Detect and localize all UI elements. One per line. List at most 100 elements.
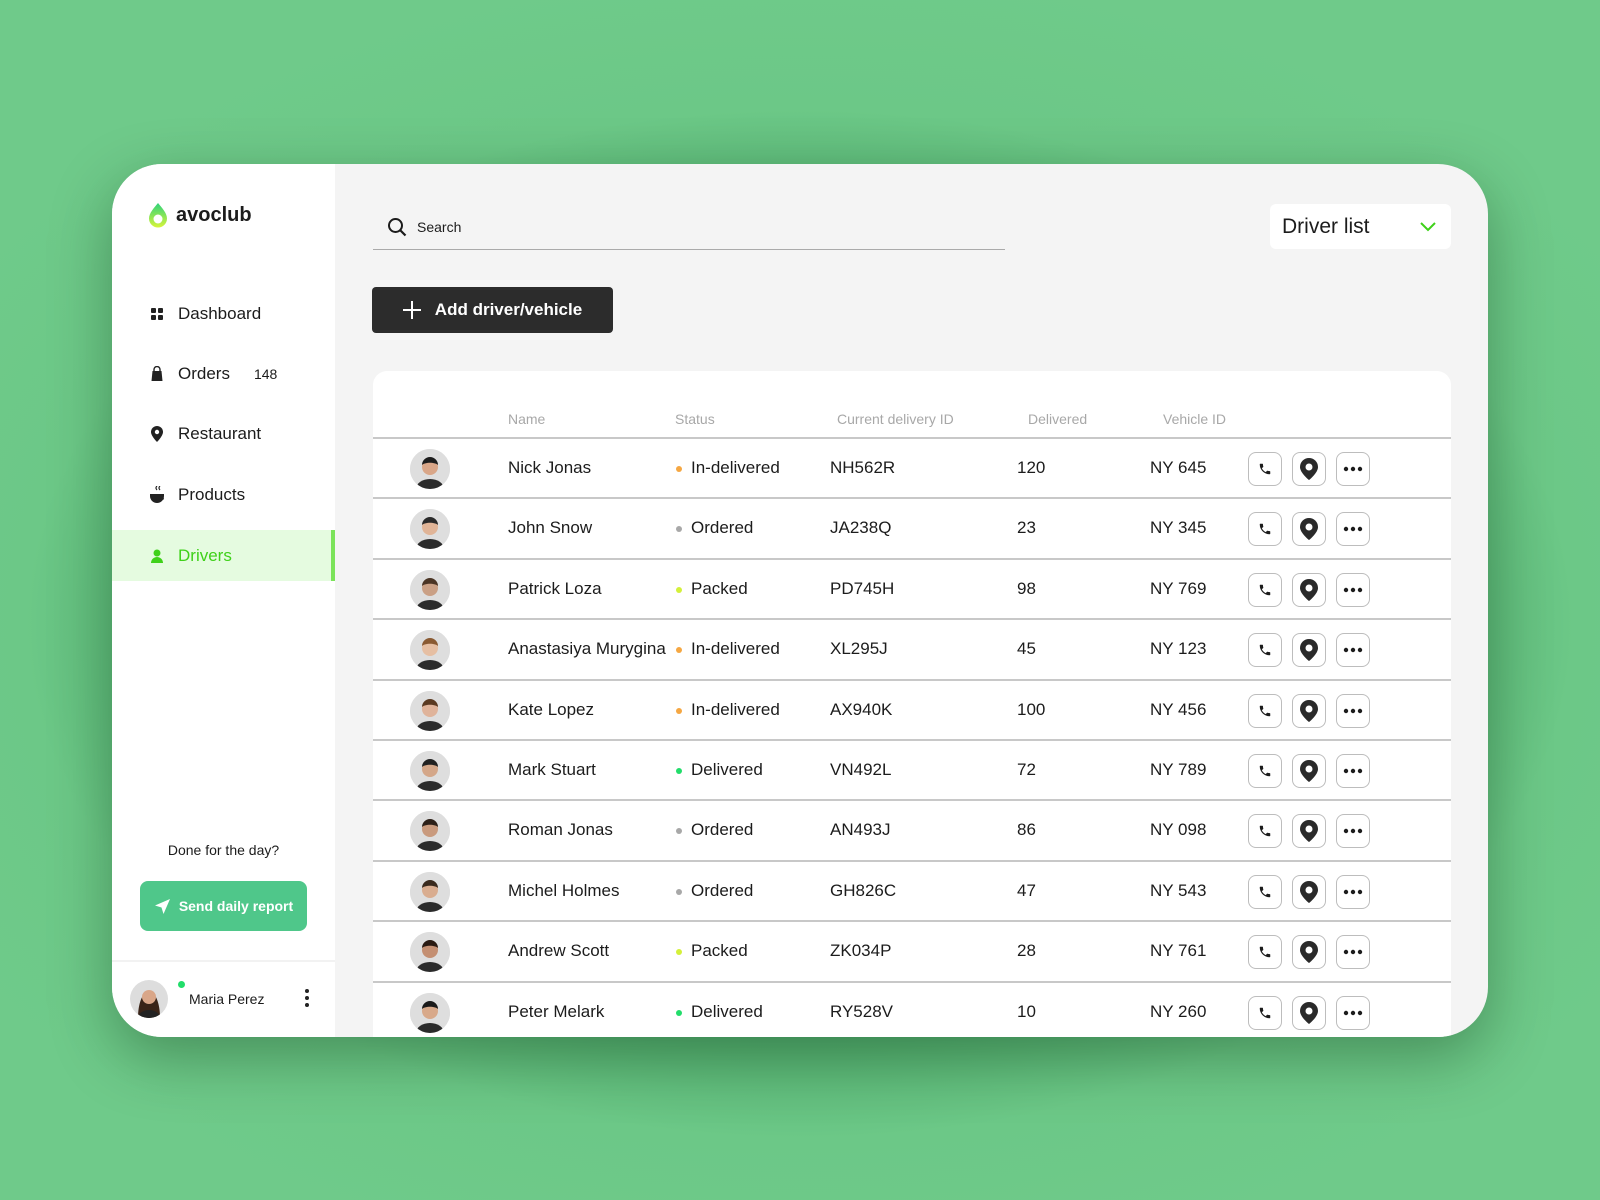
driver-name[interactable]: Peter Melark: [508, 1002, 604, 1022]
more-button[interactable]: [1336, 814, 1370, 849]
call-button[interactable]: [1248, 572, 1282, 607]
sidebar-item-label: Products: [178, 484, 246, 504]
add-driver-vehicle-button[interactable]: Add driver/vehicle: [372, 287, 613, 333]
more-horizontal-icon: [1343, 708, 1363, 714]
driver-name[interactable]: Kate Lopez: [508, 700, 594, 720]
more-button[interactable]: [1336, 633, 1370, 668]
driver-name[interactable]: Michel Holmes: [508, 881, 619, 901]
call-button[interactable]: [1248, 754, 1282, 788]
sidebar: avoclub Dashboard Orders 148 Restaurant …: [112, 164, 335, 1037]
vehicle-id: NY 769: [1150, 578, 1207, 598]
send-label: Send daily report: [178, 898, 294, 914]
logo[interactable]: avoclub: [148, 202, 252, 228]
table-row[interactable]: Nick Jonas In-delivered NH562R 120 NY 645: [373, 437, 1451, 497]
user-name: Maria Perez: [189, 991, 265, 1007]
more-button[interactable]: [1336, 572, 1370, 607]
brand-name: avoclub: [176, 203, 252, 226]
sidebar-item-label: Orders: [178, 363, 230, 383]
driver-name[interactable]: Anastasiya Murygina: [508, 639, 666, 659]
delivered-count: 47: [1017, 880, 1036, 900]
driver-name[interactable]: Roman Jonas: [508, 820, 613, 840]
call-button[interactable]: [1248, 512, 1282, 547]
more-button[interactable]: [1336, 693, 1370, 728]
sidebar-item-dashboard[interactable]: Dashboard: [112, 288, 335, 339]
more-button[interactable]: [1336, 512, 1370, 547]
call-button[interactable]: [1248, 935, 1282, 970]
driver-name[interactable]: Patrick Loza: [508, 579, 602, 599]
more-horizontal-icon: [1343, 949, 1363, 955]
call-button[interactable]: [1248, 995, 1282, 1030]
coffee-icon: [150, 485, 164, 503]
locate-button[interactable]: [1292, 935, 1326, 970]
phone-icon: [1258, 643, 1272, 657]
locate-button[interactable]: [1292, 754, 1326, 788]
status-dot: [676, 586, 682, 593]
driver-name[interactable]: Mark Stuart: [508, 760, 596, 780]
driver-name[interactable]: Andrew Scott: [508, 941, 609, 961]
call-button[interactable]: [1248, 633, 1282, 668]
vehicle-id: NY 123: [1150, 639, 1207, 659]
call-button[interactable]: [1248, 452, 1282, 486]
sidebar-item-orders[interactable]: Orders 148: [112, 348, 335, 399]
more-vertical-icon[interactable]: [305, 989, 311, 1007]
locate-button[interactable]: [1292, 633, 1326, 668]
more-button[interactable]: [1336, 874, 1370, 909]
locate-button[interactable]: [1292, 874, 1326, 909]
column-header-status[interactable]: Status: [675, 411, 715, 427]
sidebar-item-restaurant[interactable]: Restaurant: [112, 408, 335, 459]
send-arrow-icon: [154, 898, 170, 914]
delivery-id: NH562R: [830, 458, 896, 477]
driver-avatar: [410, 449, 450, 489]
column-header-name[interactable]: Name: [508, 411, 545, 427]
more-button[interactable]: [1336, 995, 1370, 1030]
delivered-count: 23: [1017, 518, 1036, 538]
table-row[interactable]: Anastasiya Murygina In-delivered XL295J 45 N…: [373, 618, 1451, 678]
table-row[interactable]: Michel Holmes Ordered GH826C 47 NY 543: [373, 859, 1451, 920]
table-row[interactable]: John Snow Ordered JA238Q 23 NY 345: [373, 497, 1451, 557]
column-header-delivered[interactable]: Delivered: [1028, 411, 1087, 427]
table-row[interactable]: Peter Melark Delivered RY528V 10 NY 260: [373, 980, 1451, 1037]
status-dot: [676, 888, 682, 895]
locate-button[interactable]: [1292, 814, 1326, 849]
send-daily-report-button[interactable]: Send daily report: [140, 881, 307, 931]
more-button[interactable]: [1336, 754, 1370, 788]
locate-button[interactable]: [1292, 512, 1326, 547]
locate-button[interactable]: [1292, 995, 1326, 1030]
person-icon: [150, 549, 164, 563]
user-profile[interactable]: Maria Perez: [130, 979, 335, 1019]
vehicle-id: NY 456: [1150, 699, 1207, 719]
sidebar-item-products[interactable]: Products: [112, 469, 335, 520]
column-header-delivery-id[interactable]: Current delivery ID: [837, 411, 954, 427]
table-row[interactable]: Patrick Loza Packed PD745H 98 NY 769: [373, 557, 1451, 618]
delivery-id: AX940K: [830, 699, 893, 719]
delivered-count: 28: [1017, 941, 1036, 961]
more-horizontal-icon: [1343, 889, 1363, 895]
vehicle-id: NY 345: [1150, 518, 1207, 538]
sidebar-item-drivers[interactable]: Drivers: [112, 530, 335, 581]
driver-name[interactable]: Nick Jonas: [508, 458, 591, 478]
table-row[interactable]: Roman Jonas Ordered AN493J 86 NY 098: [373, 799, 1451, 859]
locate-button[interactable]: [1292, 572, 1326, 607]
locate-button[interactable]: [1292, 452, 1326, 486]
locate-button[interactable]: [1292, 693, 1326, 728]
view-select-value: Driver list: [1282, 214, 1370, 238]
view-select-dropdown[interactable]: Driver list: [1270, 204, 1451, 249]
more-button[interactable]: [1336, 452, 1370, 486]
search-input[interactable]: Search: [373, 204, 1005, 250]
call-button[interactable]: [1248, 814, 1282, 849]
phone-icon: [1258, 522, 1272, 536]
table-row[interactable]: Andrew Scott Packed ZK034P 28 NY 761: [373, 920, 1451, 980]
table-row[interactable]: Mark Stuart Delivered VN492L 72 NY 789: [373, 739, 1451, 799]
more-button[interactable]: [1336, 935, 1370, 970]
call-button[interactable]: [1248, 874, 1282, 909]
delivered-count: 45: [1017, 639, 1036, 659]
driver-name[interactable]: John Snow: [508, 518, 592, 538]
bag-icon: [150, 366, 164, 381]
driver-avatar: [410, 871, 450, 912]
status-dot: [676, 707, 682, 714]
table-row[interactable]: Kate Lopez In-delivered AX940K 100 NY 456: [373, 678, 1451, 739]
column-header-vehicle-id[interactable]: Vehicle ID: [1163, 411, 1226, 427]
phone-icon: [1258, 824, 1272, 838]
status-dot: [676, 828, 682, 835]
call-button[interactable]: [1248, 693, 1282, 728]
